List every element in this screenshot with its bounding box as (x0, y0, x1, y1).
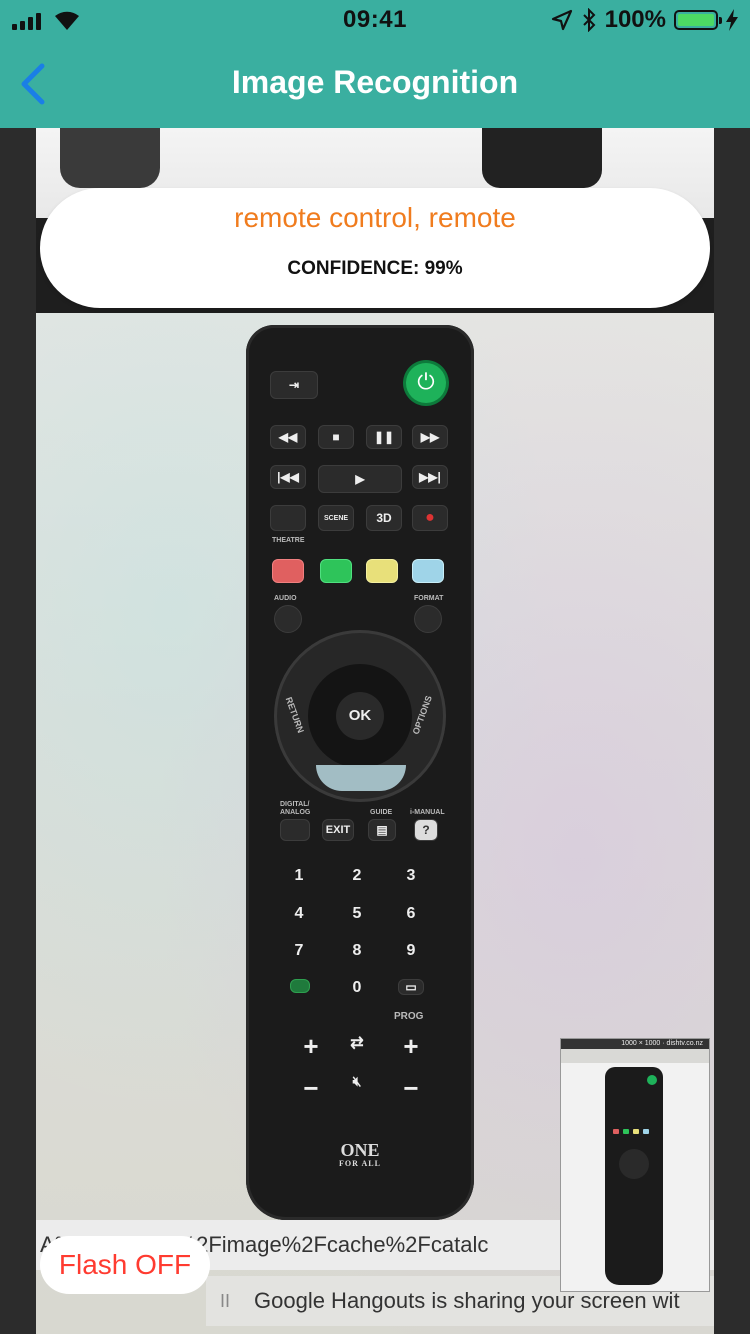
thumbnail-remote (605, 1067, 663, 1285)
swap-icon: ⇄ (350, 1035, 364, 1052)
prog-label: PROG (394, 1011, 424, 1022)
theatre-label: THEATRE (272, 537, 305, 544)
digit-3: 3 (406, 867, 416, 884)
teletext-icon (290, 979, 310, 993)
status-bar: 09:41 100% (0, 0, 750, 40)
digit-1: 1 (294, 867, 304, 884)
captured-image-thumbnail[interactable]: 1000 × 1000 · dishtv.co.nz (560, 1038, 710, 1292)
battery-icon (674, 10, 722, 30)
digit-4: 4 (294, 905, 304, 922)
thumbnail-caption: 1000 × 1000 · dishtv.co.nz (561, 1039, 709, 1049)
theatre-button-image (270, 505, 306, 531)
digit-6: 6 (406, 905, 416, 922)
exit-button-image: EXIT (322, 819, 354, 841)
scene-button-image: SCENE (318, 505, 354, 531)
digit-5: 5 (352, 905, 362, 922)
format-button-image (414, 605, 442, 633)
digital-analog-button-image (280, 819, 310, 841)
status-right: 100% (551, 6, 738, 34)
volume-up-icon: + (303, 1031, 319, 1061)
i-manual-label: i-MANUAL (410, 809, 445, 816)
digit-8: 8 (352, 942, 362, 959)
digit-0: 0 (352, 979, 362, 996)
digit-2: 2 (352, 867, 362, 884)
guide-label: GUIDE (370, 809, 393, 816)
brand-subtitle: FOR ALL (339, 1159, 381, 1168)
red-button-image (272, 559, 304, 583)
rewind-icon: ◀◀ (270, 425, 306, 449)
volume-down-icon: − (303, 1073, 319, 1103)
return-label: RETURN (283, 695, 306, 735)
digit-7: 7 (294, 942, 304, 959)
format-label: FORMAT (414, 595, 444, 602)
green-button-image (320, 559, 352, 583)
brand-logo: ONE FOR ALL (246, 1141, 474, 1171)
bluetooth-icon (582, 8, 596, 32)
page-title: Image Recognition (231, 64, 519, 100)
result-label: remote control, remote (234, 202, 516, 233)
home-button-image (316, 765, 406, 791)
charging-bolt-icon (726, 9, 738, 31)
pause-icon: ❚❚ (366, 425, 402, 449)
background-remote-left (60, 128, 160, 188)
audio-button-image (274, 605, 302, 633)
stop-icon: ■ (318, 425, 354, 449)
options-label: OPTIONS (410, 694, 434, 736)
ok-button-image: OK (336, 692, 384, 740)
fast-forward-icon: ▶▶ (412, 425, 448, 449)
previous-icon: |◀◀ (270, 465, 306, 489)
battery-percent: 100% (604, 6, 666, 33)
digital-analog-label: DIGITAL/ ANALOG (280, 801, 311, 816)
background-remote-right (482, 128, 602, 188)
flash-toggle-button[interactable]: Flash OFF (40, 1236, 210, 1294)
help-icon: ? (414, 819, 438, 841)
3d-button-image: 3D (366, 505, 402, 531)
screen-mode-icon: ▭ (398, 979, 424, 995)
play-icon: ▶ (318, 465, 402, 493)
confidence-text: CONFIDENCE: 99% (287, 258, 463, 279)
channel-down-icon: − (403, 1073, 419, 1103)
digit-9: 9 (406, 942, 416, 959)
next-icon: ▶▶| (412, 465, 448, 489)
input-source-icon: ⇥ (270, 371, 318, 399)
blue-button-image (412, 559, 444, 583)
recognition-result-card: remote control, remote CONFIDENCE: 99% (40, 188, 710, 308)
remote-control-image: ⇥ ◀◀ ■ ❚❚ ▶▶ |◀◀ ▶ ▶▶| SCENE 3D ● THEATR… (246, 325, 474, 1220)
record-icon: ● (412, 505, 448, 531)
channel-up-icon: + (403, 1031, 419, 1061)
mute-icon: 🔇︎ (352, 1073, 362, 1089)
guide-icon: ▤ (368, 819, 396, 841)
power-icon (406, 363, 446, 403)
audio-label: AUDIO (274, 595, 297, 602)
location-arrow-icon (551, 9, 572, 31)
thumbnail-image (561, 1063, 709, 1291)
yellow-button-image (366, 559, 398, 583)
navigation-bar: Image Recognition (0, 40, 750, 128)
